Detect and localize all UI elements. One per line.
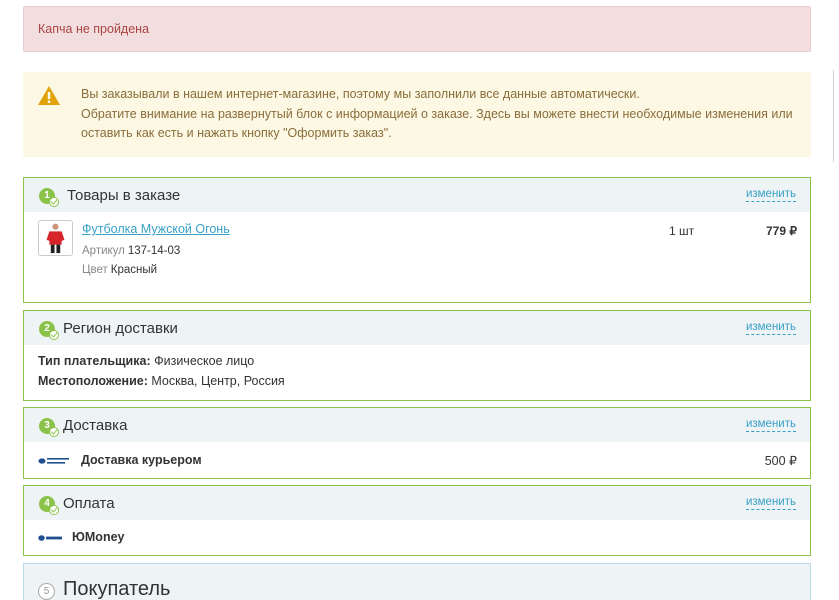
block-title: Оплата <box>63 495 115 512</box>
article-value: 137-14-03 <box>127 245 181 257</box>
product-color: Цвет Красный <box>82 264 157 276</box>
payment-method-name: ЮMoney <box>72 530 125 544</box>
block-title: Товары в заказе <box>67 187 181 204</box>
color-label: Цвет <box>82 264 108 276</box>
step-badge: 5 <box>38 583 55 600</box>
delivery-method-name: Доставка курьером <box>81 453 202 467</box>
info-line: Вы заказывали в нашем интернет-магазине,… <box>81 87 640 101</box>
payer-type-value: Физическое лицо <box>154 354 255 368</box>
product-price: 779 ₽ <box>766 224 797 238</box>
delivery-block: 3 Доставка изменить Доставка курьером 50… <box>23 407 811 479</box>
payment-block: 4 Оплата изменить ЮMoney <box>23 485 811 556</box>
block-title: Покупатель <box>63 578 171 600</box>
location-value: Москва, Центр, Россия <box>151 374 285 388</box>
location-row: Местоположение: Москва, Центр, Россия <box>38 374 285 388</box>
change-delivery-link[interactable]: изменить <box>745 418 796 432</box>
check-icon <box>49 197 59 207</box>
delivery-region-header[interactable]: 2 Регион доставки изменить <box>24 311 810 345</box>
payer-type-row: Тип плательщика: Физическое лицо <box>38 354 254 368</box>
check-icon <box>49 427 59 437</box>
article-label: Артикул <box>82 245 125 257</box>
yoomoney-logo <box>38 535 62 541</box>
buyer-header[interactable]: 5 Покупатель <box>24 564 810 600</box>
product-name-link[interactable]: Футболка Мужской Огонь <box>82 222 230 236</box>
delivery-region-block: 2 Регион доставки изменить Тип плательщи… <box>23 310 811 401</box>
order-goods-header[interactable]: 1 Товары в заказе изменить <box>24 178 810 212</box>
location-label: Местоположение: <box>38 374 148 388</box>
right-panel-edge <box>833 70 839 162</box>
block-title: Регион доставки <box>63 320 178 337</box>
order-goods-block: 1 Товары в заказе изменить Футболка Мужс… <box>23 177 811 303</box>
check-icon <box>49 505 59 515</box>
product-article: Артикул 137-14-03 <box>82 245 180 257</box>
check-icon <box>49 330 59 340</box>
autofill-info-text: Вы заказывали в нашем интернет-магазине,… <box>81 85 801 144</box>
payer-type-label: Тип плательщика: <box>38 354 151 368</box>
block-title: Доставка <box>63 417 128 434</box>
buyer-block: 5 Покупатель <box>23 563 811 600</box>
change-payment-link[interactable]: изменить <box>745 496 796 510</box>
product-quantity: 1 шт <box>669 224 695 238</box>
change-goods-link[interactable]: изменить <box>745 188 796 202</box>
captcha-error-text: Капча не пройдена <box>38 22 150 36</box>
change-region-link[interactable]: изменить <box>745 321 796 335</box>
autofill-info-alert: Вы заказывали в нашем интернет-магазине,… <box>23 72 811 157</box>
delivery-price: 500 ₽ <box>764 454 797 468</box>
color-value: Красный <box>110 264 158 276</box>
warning-icon <box>38 86 60 105</box>
info-line: Обратите внимание на развернутый блок с … <box>81 106 793 141</box>
payment-header[interactable]: 4 Оплата изменить <box>24 486 810 520</box>
captcha-error-alert: Капча не пройдена <box>23 6 811 52</box>
courier-delivery-logo <box>38 458 69 464</box>
delivery-header[interactable]: 3 Доставка изменить <box>24 408 810 442</box>
product-thumbnail[interactable] <box>38 220 73 256</box>
